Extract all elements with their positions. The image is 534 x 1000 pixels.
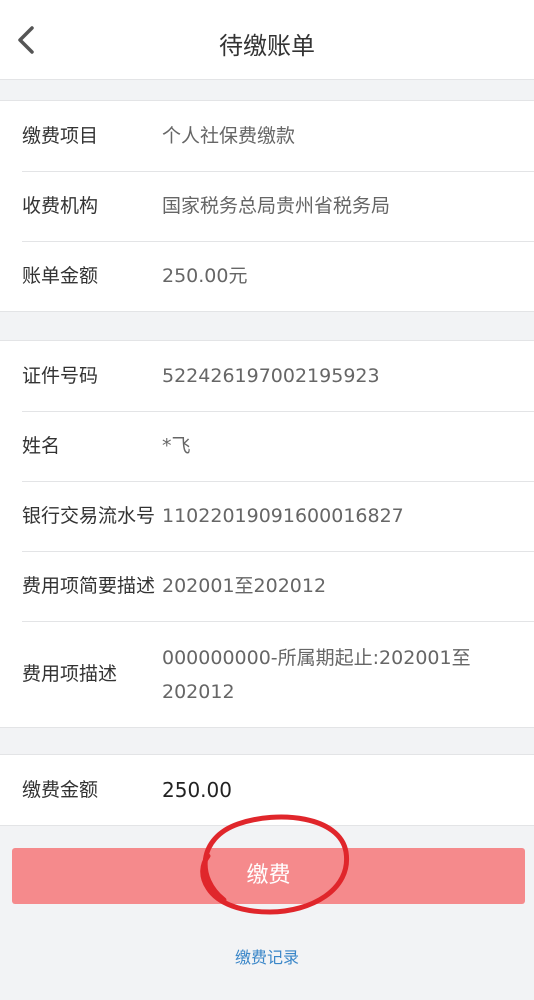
info-row: 费用项描述 000000000-所属期起止:202001至202012 [0, 621, 534, 727]
info-row: 银行交易流水号 11022019091600016827 [0, 481, 534, 551]
row-label: 账单金额 [22, 265, 99, 287]
row-label: 姓名 [22, 435, 61, 457]
detail-info-section: 证件号码 522426197002195923 姓名 *飞 银行交易流水号 11… [0, 340, 534, 728]
row-value: 250.00元 [162, 265, 248, 287]
bill-info-section: 缴费项目 个人社保费缴款 收费机构 国家税务总局贵州省税务局 账单金额 250.… [0, 100, 534, 312]
payment-record-link[interactable]: 缴费记录 [0, 944, 534, 968]
row-value: 个人社保费缴款 [162, 125, 296, 147]
payment-amount-value: 250.00 [162, 778, 232, 802]
row-value: 000000000-所属期起止:202001至202012 [162, 647, 471, 703]
row-value: 国家税务总局贵州省税务局 [162, 195, 391, 217]
info-row: 收费机构 国家税务总局贵州省税务局 [0, 171, 534, 241]
row-value: 202001至202012 [162, 575, 327, 597]
row-label: 费用项简要描述 [22, 575, 156, 597]
payment-amount-row: 缴费金额 250.00 [0, 755, 534, 825]
pay-button[interactable]: 缴费 [12, 848, 525, 904]
row-label: 费用项描述 [22, 663, 118, 685]
row-value: 11022019091600016827 [162, 505, 404, 527]
nav-header: 待缴账单 [0, 0, 534, 80]
row-label: 收费机构 [22, 195, 99, 217]
info-row: 姓名 *飞 [0, 411, 534, 481]
row-label: 证件号码 [22, 365, 99, 387]
payment-amount-label: 缴费金额 [22, 779, 99, 801]
info-row: 费用项简要描述 202001至202012 [0, 551, 534, 621]
page-title: 待缴账单 [219, 32, 315, 60]
row-label: 缴费项目 [22, 125, 99, 147]
info-row: 证件号码 522426197002195923 [0, 341, 534, 411]
info-row: 缴费项目 个人社保费缴款 [0, 101, 534, 171]
row-value: 522426197002195923 [162, 365, 380, 387]
payment-amount-section: 缴费金额 250.00 [0, 754, 534, 826]
row-label: 银行交易流水号 [22, 505, 156, 527]
info-row: 账单金额 250.00元 [0, 241, 534, 311]
row-value: *飞 [162, 435, 191, 457]
